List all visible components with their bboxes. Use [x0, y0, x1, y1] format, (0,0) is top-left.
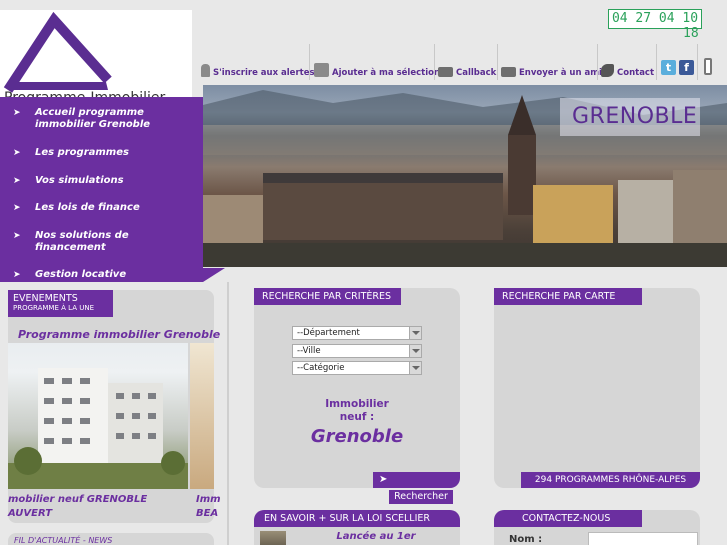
categorie-select[interactable]: --Catégorie: [292, 361, 422, 375]
programme-photo-next[interactable]: [190, 343, 214, 489]
column-divider: [227, 282, 229, 545]
chevron-down-icon: [409, 327, 421, 339]
pin-icon: [201, 64, 210, 77]
search-arrow-button[interactable]: ➤: [373, 472, 460, 488]
scellier-thumbnail[interactable]: [260, 531, 286, 545]
building-image: [8, 368, 188, 489]
toolbar-separator: [434, 44, 435, 80]
categorie-value: --Catégorie: [297, 363, 345, 373]
arrow-icon: ➤: [13, 176, 21, 186]
alerts-label: S'inscrire aux alertes: [213, 68, 315, 78]
nom-field[interactable]: [588, 532, 698, 545]
facebook-icon[interactable]: f: [679, 60, 694, 75]
add-selection-label: Ajouter à ma sélection: [332, 68, 441, 78]
house-roof-icon: [3, 11, 112, 93]
event-item-subtitle[interactable]: AUVERT: [8, 508, 52, 519]
immobilier-neuf-text: Immobilier neuf :: [325, 398, 389, 423]
alerts-link[interactable]: S'inscrire aux alertes: [201, 46, 315, 80]
menu-item-financement[interactable]: ➤ Nos solutions de financement: [13, 230, 135, 254]
logo[interactable]: Programme-Immobilier: [0, 10, 192, 106]
menu-item-label: Accueil programme immobilier Grenoble: [35, 107, 151, 130]
phone-number-ext: 18: [683, 26, 699, 41]
arrow-icon: ➤: [13, 270, 21, 280]
toolbar-separator: [597, 44, 598, 80]
arrow-icon: ➤: [13, 203, 21, 213]
menu-item-label: Gestion locative: [35, 269, 127, 280]
events-subtitle: PROGRAMME À LA UNE: [13, 304, 94, 312]
menu-item-label: Les programmes: [35, 147, 129, 158]
programme-photo[interactable]: [8, 343, 188, 489]
menu-item-label: Les lois de finance: [35, 202, 140, 213]
arrow-icon: ➤: [13, 231, 21, 241]
menu-item-home[interactable]: ➤ Accueil programme immobilier Grenoble: [13, 107, 155, 131]
main-menu: ➤ Accueil programme immobilier Grenoble …: [0, 97, 203, 282]
menu-item-label: Nos solutions de financement: [35, 230, 129, 253]
nom-label: Nom :: [509, 534, 543, 545]
departement-value: --Département: [297, 328, 360, 338]
menu-item-programmes[interactable]: ➤ Les programmes: [13, 147, 129, 159]
toolbar-separator: [309, 44, 310, 80]
chevron-down-icon: [409, 362, 421, 374]
arrow-icon: ➤: [13, 148, 21, 158]
add-selection-link[interactable]: Ajouter à ma sélection: [314, 46, 440, 80]
event-item-title[interactable]: mobilier neuf GRENOBLE: [8, 494, 147, 505]
event-item-title-next[interactable]: Imm: [196, 494, 221, 505]
menu-notch: [203, 268, 225, 282]
keyboard-icon: [438, 67, 453, 77]
send-friend-link[interactable]: Envoyer à un ami: [501, 46, 602, 80]
menu-item-lois[interactable]: ➤ Les lois de finance: [13, 202, 140, 214]
card-icon: [501, 67, 516, 77]
menu-item-simulations[interactable]: ➤ Vos simulations: [13, 175, 124, 187]
callback-label: Callback: [456, 68, 497, 78]
city-label: GRENOBLE: [572, 104, 698, 129]
phone-icon: [601, 64, 614, 77]
scellier-title: EN SAVOIR + SUR LA LOI SCELLIER: [254, 510, 460, 527]
twitter-icon[interactable]: t: [661, 60, 676, 75]
mobile-icon[interactable]: [704, 58, 712, 75]
events-title: EVENEMENTS: [13, 293, 78, 304]
chevron-down-icon: [409, 345, 421, 357]
departement-select[interactable]: --Département: [292, 326, 422, 340]
arrow-icon: ➤: [13, 108, 21, 118]
menu-item-label: Vos simulations: [35, 175, 124, 186]
news-title: FIL D'ACTUALITÉ - NEWS: [14, 536, 113, 545]
events-caption[interactable]: Programme immobilier Grenoble: [18, 328, 220, 341]
basket-icon: [314, 63, 329, 77]
events-header: EVENEMENTS PROGRAMME À LA UNE: [8, 290, 113, 317]
contact-title: CONTACTEZ-NOUS: [494, 510, 642, 527]
toolbar-separator: [497, 44, 498, 80]
arrow-icon: ➤: [379, 474, 388, 485]
ville-select[interactable]: --Ville: [292, 344, 422, 358]
toolbar-separator: [697, 44, 698, 80]
send-friend-label: Envoyer à un ami: [519, 68, 602, 78]
criteria-search-panel: [254, 288, 460, 488]
search-city: Grenoble: [310, 426, 404, 447]
map-search-title: RECHERCHE PAR CARTE: [494, 288, 642, 305]
criteria-search-title: RECHERCHE PAR CRITÈRES: [254, 288, 401, 305]
programme-count-link[interactable]: 294 PROGRAMMES RHÔNE-ALPES: [521, 472, 700, 488]
immobilier-neuf-label: Immobilier neuf :: [254, 398, 460, 424]
menu-item-gestion[interactable]: ➤ Gestion locative: [13, 269, 126, 281]
event-item-subtitle-next[interactable]: BEA: [196, 508, 218, 519]
scellier-text: Lancée au 1er: [336, 531, 416, 542]
search-button[interactable]: Rechercher: [389, 490, 453, 504]
contact-label: Contact: [617, 68, 655, 78]
ville-value: --Ville: [297, 346, 321, 356]
map-search-panel[interactable]: [494, 288, 700, 488]
contact-link[interactable]: Contact: [601, 46, 654, 80]
callback-link[interactable]: Callback: [438, 46, 496, 80]
toolbar-separator: [656, 44, 657, 80]
